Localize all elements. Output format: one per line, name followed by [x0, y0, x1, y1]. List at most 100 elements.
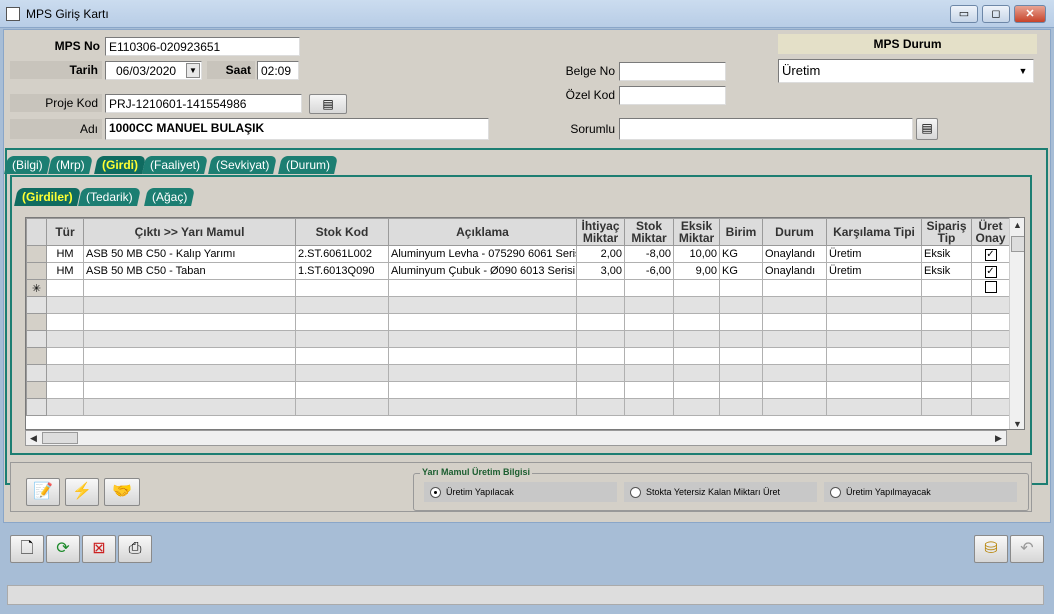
col-durum[interactable]: Durum — [762, 218, 827, 246]
cell-karsilama[interactable]: Üretim — [826, 262, 922, 280]
col-eksik[interactable]: Eksik Miktar — [673, 218, 720, 246]
tab-girdi[interactable]: (Girdi) — [94, 156, 146, 174]
sorumlu-field[interactable] — [619, 118, 913, 140]
cell-stok-kod[interactable]: 2.ST.6061L002 — [295, 245, 389, 263]
table-row[interactable]: HM ASB 50 MB C50 - Kalıp Yarımı 2.ST.606… — [26, 245, 1010, 263]
col-onay[interactable]: Üret Onay — [971, 218, 1010, 246]
cell-siparis[interactable]: Eksik — [921, 245, 972, 263]
lightning-icon: ⚡ — [72, 483, 92, 500]
tab-mrp[interactable]: (Mrp) — [48, 156, 93, 174]
col-stok-kod[interactable]: Stok Kod — [295, 218, 389, 246]
ozel-kod-field[interactable] — [619, 86, 726, 105]
radio-uretim-yapilacak[interactable]: Üretim Yapılacak — [424, 482, 617, 502]
proje-kod-field[interactable]: PRJ-1210601-141554986 — [105, 94, 302, 113]
cell-ihtiyac[interactable]: 3,00 — [576, 262, 625, 280]
saat-field[interactable]: 02:09 — [257, 61, 299, 80]
subtab-girdiler[interactable]: (Girdiler) — [14, 188, 81, 206]
cell-karsilama[interactable]: Üretim — [826, 245, 922, 263]
edit-list-button[interactable]: 📝 — [26, 478, 60, 506]
proje-lookup-button[interactable]: ▤ — [309, 94, 347, 114]
ozel-kod-label: Özel Kod — [565, 88, 615, 102]
mps-no-field[interactable]: E110306-020923651 — [105, 37, 300, 56]
list-icon: ▤ — [921, 121, 933, 135]
radio-uretim-yapilmayacak[interactable]: Üretim Yapılmayacak — [824, 482, 1017, 502]
window-title: MPS Giriş Kartı — [26, 7, 109, 21]
tab-durum[interactable]: (Durum) — [278, 156, 338, 174]
grid-table: Tür Çıktı >> Yarı Mamul Stok Kod Açıklam… — [26, 218, 1010, 416]
cell-cikti[interactable]: ASB 50 MB C50 - Taban — [83, 262, 296, 280]
row-selector[interactable] — [26, 245, 47, 263]
status-bar — [7, 585, 1044, 605]
sorumlu-lookup-button[interactable]: ▤ — [916, 118, 938, 140]
cell-onay[interactable]: ✓ — [971, 245, 1010, 263]
tarih-field[interactable]: 06/03/2020 ▼ — [105, 61, 202, 80]
cell-eksik[interactable]: 10,00 — [673, 245, 720, 263]
col-ihtiyac[interactable]: İhtiyaç Miktar — [576, 218, 625, 246]
empty-row — [26, 398, 1010, 416]
print-button[interactable]: ⎙ — [118, 535, 152, 563]
mps-durum-select[interactable]: Üretim ▼ — [778, 59, 1034, 83]
table-row[interactable]: HM ASB 50 MB C50 - Taban 1.ST.6013Q090 A… — [26, 262, 1010, 280]
empty-row — [26, 347, 1010, 365]
subtab-tedarik[interactable]: (Tedarik) — [78, 188, 141, 206]
col-tur[interactable]: Tür — [46, 218, 84, 246]
onay-checkbox[interactable]: ✓ — [984, 248, 997, 261]
subtab-agac[interactable]: (Ağaç) — [144, 188, 196, 206]
hscroll-thumb[interactable] — [42, 432, 78, 444]
mps-no-label: MPS No — [54, 39, 100, 53]
new-row-marker[interactable]: ✳ — [26, 279, 47, 297]
horizontal-scrollbar[interactable]: ◀ ▶ — [25, 430, 1007, 446]
scroll-thumb[interactable] — [1011, 236, 1024, 252]
cell-birim[interactable]: KG — [719, 262, 763, 280]
undo-button[interactable]: ↶ — [1010, 535, 1044, 563]
cell-onay[interactable] — [971, 279, 1010, 297]
col-karsilama[interactable]: Karşılama Tipi — [826, 218, 922, 246]
scroll-up-icon[interactable]: ▲ — [1010, 218, 1024, 232]
row-selector[interactable] — [26, 262, 47, 280]
cell-stok[interactable]: -8,00 — [624, 245, 674, 263]
save-button[interactable]: ⛁ — [974, 535, 1008, 563]
col-cikti[interactable]: Çıktı >> Yarı Mamul — [83, 218, 296, 246]
belge-no-field[interactable] — [619, 62, 726, 81]
col-stok-miktar[interactable]: Stok Miktar — [624, 218, 674, 246]
cell-siparis[interactable]: Eksik — [921, 262, 972, 280]
scroll-down-icon[interactable]: ▼ — [1010, 417, 1024, 429]
cell-onay[interactable]: ✓ — [971, 262, 1010, 280]
col-birim[interactable]: Birim — [719, 218, 763, 246]
adi-field[interactable]: 1000CC MANUEL BULAŞIK — [105, 118, 489, 140]
onay-checkbox[interactable] — [984, 280, 997, 293]
cell-stok-kod[interactable]: 1.ST.6013Q090 — [295, 262, 389, 280]
maximize-button[interactable]: ◻ — [982, 5, 1010, 23]
cell-durum[interactable]: Onaylandı — [762, 245, 827, 263]
vertical-scrollbar[interactable]: ▲ ▼ — [1009, 218, 1024, 429]
refresh-button[interactable]: ⟳ — [46, 535, 80, 563]
tab-bilgi[interactable]: (Bilgi) — [4, 156, 51, 174]
cell-durum[interactable]: Onaylandı — [762, 262, 827, 280]
cell-birim[interactable]: KG — [719, 245, 763, 263]
col-siparis[interactable]: Sipariş Tip — [921, 218, 972, 246]
close-button[interactable]: ✕ — [1014, 5, 1046, 23]
handshake-button[interactable]: 🤝 — [104, 478, 140, 506]
cell-aciklama[interactable]: Aluminyum Çubuk - Ø090 6013 Serisi — [388, 262, 577, 280]
scroll-right-icon[interactable]: ▶ — [991, 431, 1006, 445]
radio-stokta-yetersiz[interactable]: Stokta Yetersiz Kalan Miktarı Üret — [624, 482, 817, 502]
minimize-button[interactable]: ▭ — [950, 5, 978, 23]
cell-tur[interactable]: HM — [46, 262, 84, 280]
tab-sevkiyat[interactable]: (Sevkiyat) — [208, 156, 278, 174]
col-aciklama[interactable]: Açıklama — [388, 218, 577, 246]
new-row[interactable]: ✳ — [26, 279, 1010, 297]
scroll-left-icon[interactable]: ◀ — [26, 431, 41, 445]
cell-ihtiyac[interactable]: 2,00 — [576, 245, 625, 263]
girdiler-grid: Tür Çıktı >> Yarı Mamul Stok Kod Açıklam… — [25, 217, 1025, 430]
run-button[interactable]: ⚡ — [65, 478, 99, 506]
cell-eksik[interactable]: 9,00 — [673, 262, 720, 280]
cell-cikti[interactable]: ASB 50 MB C50 - Kalıp Yarımı — [83, 245, 296, 263]
onay-checkbox[interactable]: ✓ — [984, 265, 997, 278]
date-dropdown-icon[interactable]: ▼ — [186, 63, 200, 78]
cell-aciklama[interactable]: Aluminyum Levha - 075290 6061 Serisi — [388, 245, 577, 263]
close-form-button[interactable]: ⊠ — [82, 535, 116, 563]
cell-tur[interactable]: HM — [46, 245, 84, 263]
cell-stok[interactable]: -6,00 — [624, 262, 674, 280]
new-document-button[interactable]: 🗋 — [10, 535, 44, 563]
tab-faaliyet[interactable]: (Faaliyet) — [142, 156, 208, 174]
